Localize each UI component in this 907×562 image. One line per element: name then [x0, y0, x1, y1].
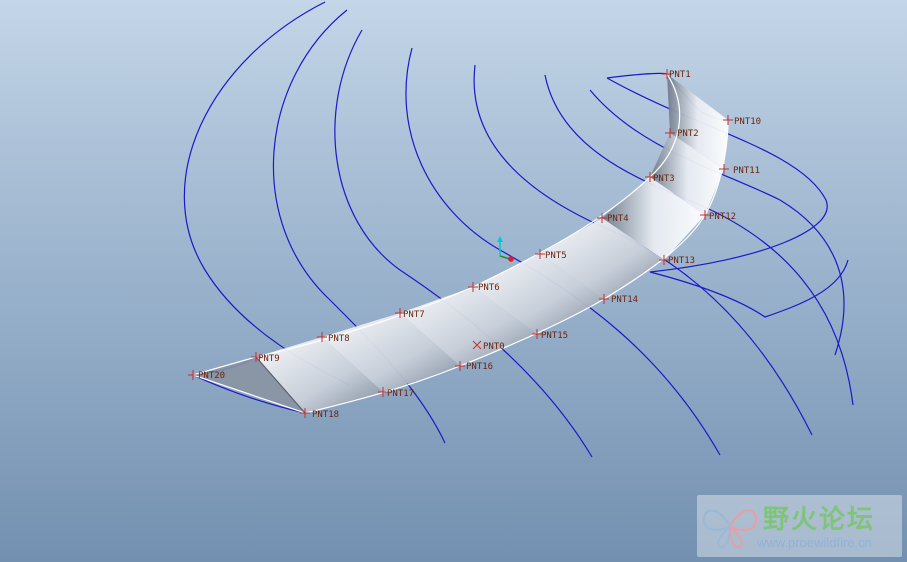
point-label: PNT10	[734, 117, 761, 127]
butterfly-logo-icon	[702, 509, 758, 548]
point-label: PNT17	[387, 389, 414, 399]
point-label: PNT16	[466, 362, 493, 372]
point-label: PNT20	[198, 371, 225, 381]
point-label: PNT4	[607, 214, 629, 224]
point-label: PNT13	[668, 256, 695, 266]
datum-point-pnt12[interactable]: PNT12	[700, 210, 736, 222]
watermark-url: www.proewildfire.cn	[757, 535, 872, 550]
datum-point-pnt10[interactable]: PNT10	[723, 115, 761, 127]
forum-watermark: 野火论坛 www.proewildfire.cn	[697, 495, 902, 557]
point-label: PNT2	[677, 129, 699, 139]
coordinate-system-icon[interactable]	[497, 236, 514, 262]
point-label: PNT8	[328, 334, 350, 344]
datum-point-pnt6[interactable]: PNT6	[468, 282, 500, 293]
datum-point-pnt1[interactable]: PNT1	[662, 69, 691, 80]
point-label: PNT7	[403, 310, 425, 320]
datum-point-pnt17[interactable]: PNT17	[378, 387, 414, 399]
datum-point-pnt20[interactable]: PNT20	[188, 370, 225, 381]
watermark-title: 野火论坛	[763, 505, 876, 535]
point-label: PNT9	[258, 354, 280, 364]
point-label: PNT15	[541, 331, 568, 341]
datum-point-pnt11[interactable]: PNT11	[719, 164, 760, 176]
datum-point-pnt15[interactable]: PNT15	[532, 329, 568, 341]
point-label: PNT12	[709, 212, 736, 222]
datum-point-pnt2[interactable]: PNT2	[665, 128, 699, 139]
point-label: PNT1	[669, 70, 691, 80]
point-label: PNT6	[478, 283, 500, 293]
point-label: PNT18	[312, 410, 339, 420]
curve-arc-1	[183, 1, 351, 386]
point-label: PNT5	[545, 251, 567, 261]
point-label: PNT11	[733, 166, 760, 176]
point-label: PNT3	[653, 174, 675, 184]
cad-graphics-viewport[interactable]: PNT1 PNT2 PNT3 PNT4 PNT5 PNT6 PNT7 PNT8 …	[0, 0, 907, 562]
model-scene[interactable]: PNT1 PNT2 PNT3 PNT4 PNT5 PNT6 PNT7 PNT8 …	[0, 0, 907, 562]
datum-point-pnt4[interactable]: PNT4	[597, 213, 629, 224]
point-label: PNT14	[611, 295, 638, 305]
datum-point-pnt13[interactable]: PNT13	[659, 255, 695, 266]
point-label: PNT0	[483, 342, 505, 352]
